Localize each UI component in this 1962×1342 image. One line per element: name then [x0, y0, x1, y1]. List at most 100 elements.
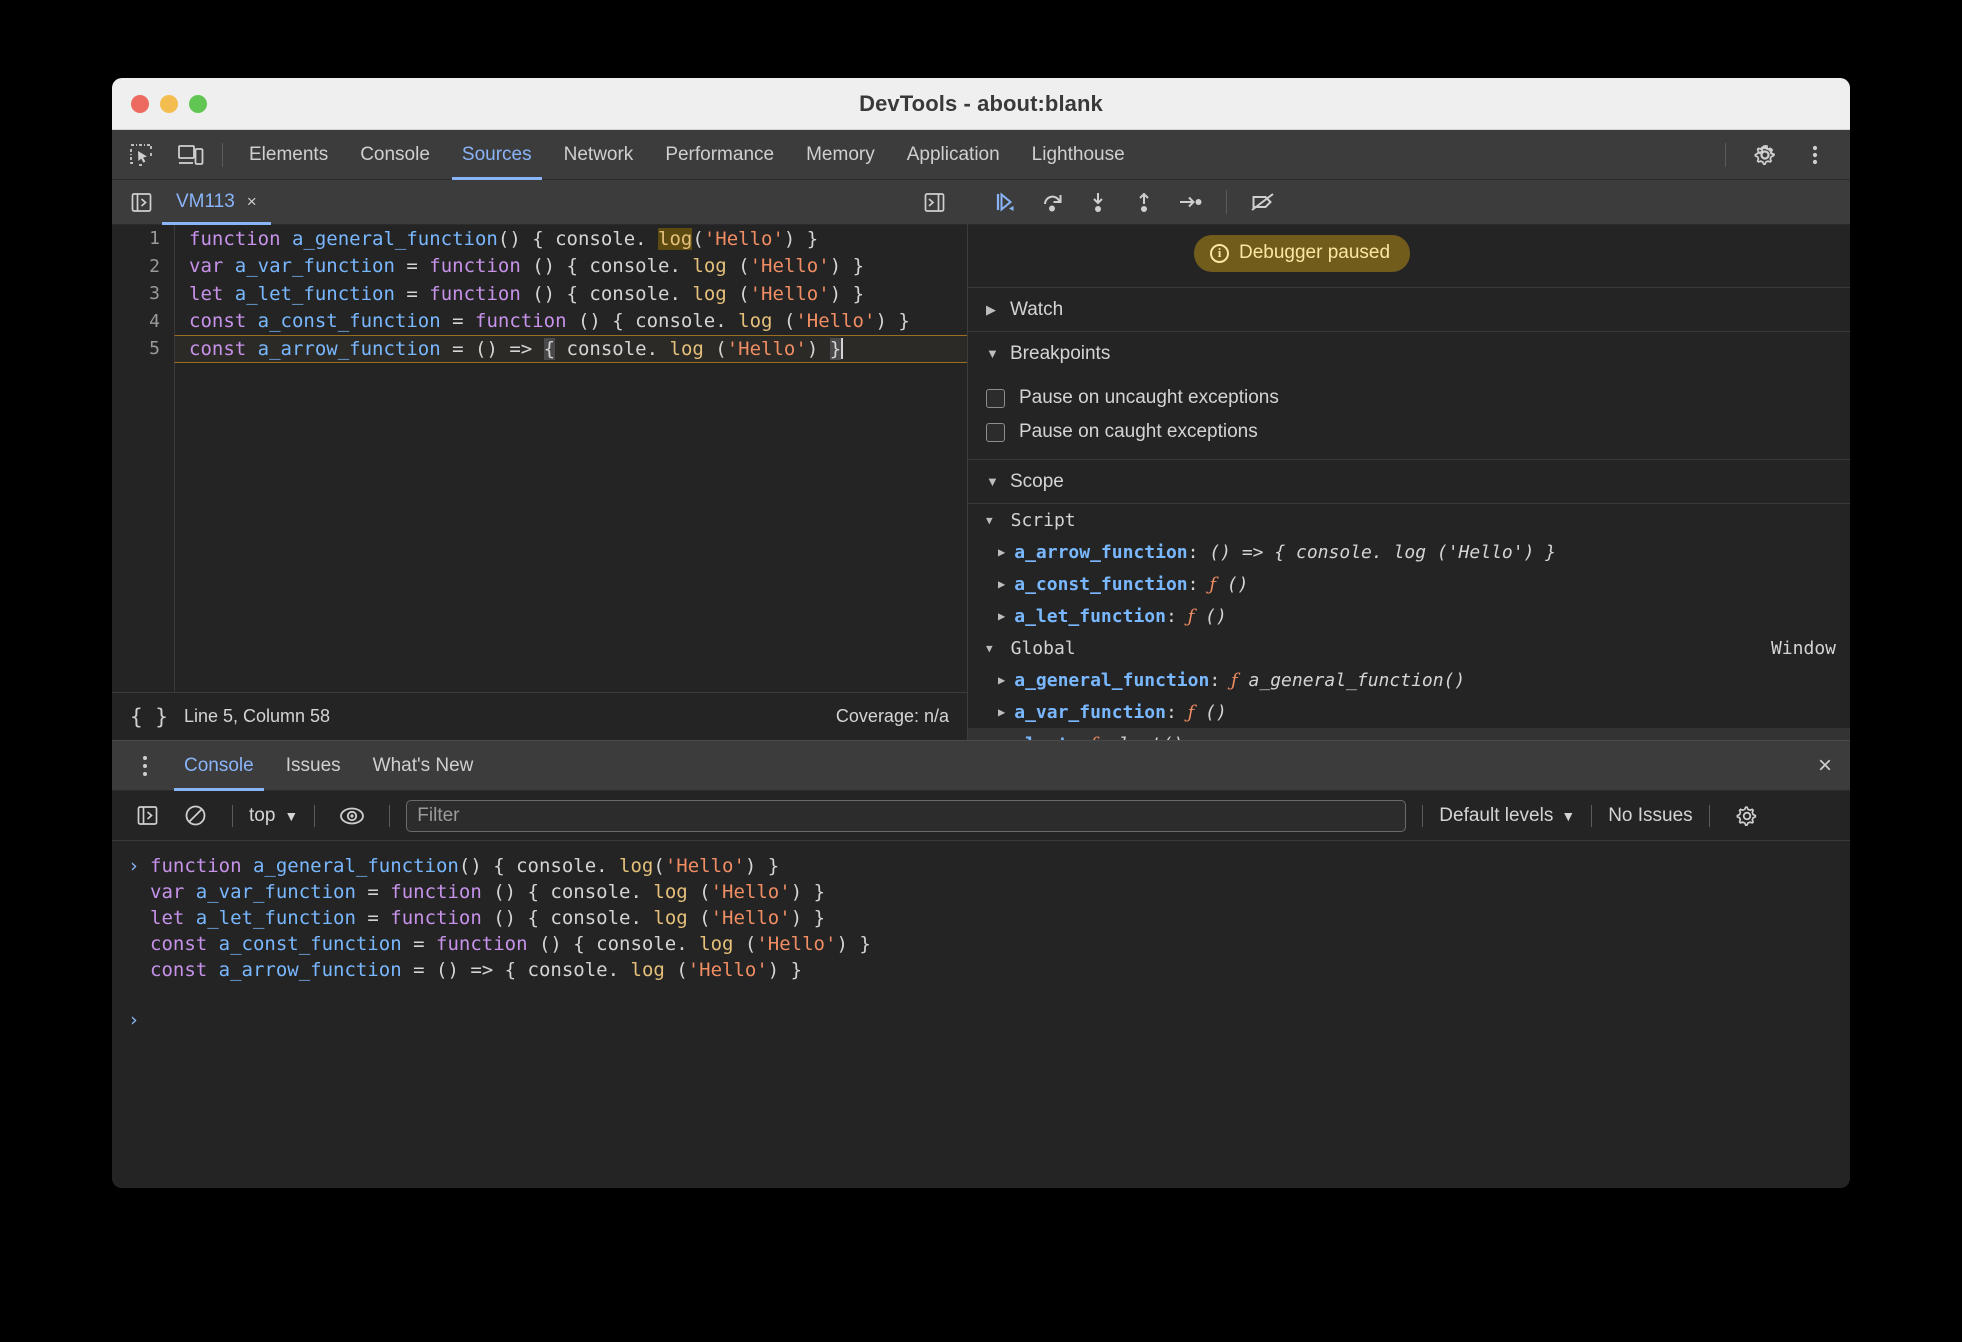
scope-item-a-const-function[interactable]: ▶ a_const_function: ƒ () [968, 568, 1850, 600]
step-icon[interactable] [1170, 185, 1210, 219]
more-vertical-icon[interactable] [1794, 137, 1836, 173]
step-into-icon[interactable] [1078, 185, 1118, 219]
section-scope[interactable]: ▼ Scope [968, 459, 1850, 503]
coverage-label: Coverage: n/a [835, 706, 949, 726]
log-levels-selector[interactable]: Default levels ▼ [1439, 805, 1575, 827]
toolbar-divider [314, 804, 316, 827]
inspect-element-icon[interactable] [120, 137, 162, 173]
console-sidebar-icon[interactable] [126, 798, 168, 834]
line-number: 4 [149, 310, 160, 332]
chevron-right-icon[interactable]: ▶ [998, 577, 1005, 591]
chevron-right-icon[interactable]: ▶ [998, 609, 1005, 623]
scope-item-alert[interactable]: ▶ alert: ƒ alert() [968, 728, 1850, 740]
scope-item-value: () [1205, 605, 1227, 627]
scope-item-a-general-function[interactable]: ▶ a_general_function: ƒ a_general_functi… [968, 664, 1850, 696]
show-navigator-icon[interactable] [120, 184, 162, 220]
code-line-content: function a_general_function() { console.… [174, 225, 967, 253]
scope-item-value: () [1226, 573, 1249, 595]
resume-icon[interactable] [986, 185, 1026, 219]
file-tab-vm113[interactable]: VM113 × [162, 180, 271, 225]
code-editor[interactable]: 1 function a_general_function() { consol… [112, 225, 967, 692]
toolbar-divider [1226, 190, 1227, 214]
log-levels-label: Default levels [1439, 804, 1554, 826]
tab-lighthouse[interactable]: Lighthouse [1016, 130, 1141, 180]
drawer-tab-issues[interactable]: Issues [270, 741, 357, 791]
function-glyph-icon: ƒ [1231, 669, 1238, 691]
gear-icon[interactable] [1744, 137, 1786, 173]
pause-uncaught-exceptions-row[interactable]: Pause on uncaught exceptions [968, 381, 1850, 415]
section-breakpoints[interactable]: ▼ Breakpoints [968, 331, 1850, 375]
chevron-down-icon: ▼ [986, 346, 999, 361]
paused-banner-area: i Debugger paused [968, 225, 1850, 287]
scope-item-a-let-function[interactable]: ▶ a_let_function: ƒ () [968, 600, 1850, 632]
checkbox[interactable] [986, 422, 1005, 442]
console-prompt-chevron-icon: › [128, 1009, 140, 1031]
scope-group-badge: Window [1770, 637, 1836, 659]
drawer-tab-console[interactable]: Console [168, 741, 270, 791]
console-message-line: › let a_let_function = function () { con… [112, 905, 1850, 931]
issues-counter[interactable]: No Issues [1608, 805, 1692, 827]
console-input-chevron-icon: › [128, 855, 140, 877]
code-line[interactable]: 1 function a_general_function() { consol… [112, 225, 967, 253]
console-line-spacer: › [128, 933, 150, 955]
console-prompt-row[interactable]: › [112, 1003, 1850, 1037]
filter-input[interactable] [406, 799, 1407, 832]
devtools-body: VM113 × 1 function a_general_function ()… [112, 180, 1850, 1188]
scope-item-name: a_var_function [1014, 701, 1166, 723]
line-number: 1 [149, 228, 160, 250]
tab-console[interactable]: Console [344, 130, 446, 180]
checkbox[interactable] [986, 388, 1005, 408]
tab-application[interactable]: Application [891, 130, 1016, 180]
live-expression-icon[interactable] [331, 798, 373, 834]
console-output[interactable]: › function a_general_function() { consol… [112, 841, 1850, 1188]
scope-group-global[interactable]: ▼ Global Window [968, 632, 1850, 664]
section-watch[interactable]: ▶ Watch [968, 287, 1850, 331]
editor-empty-area[interactable] [174, 362, 967, 692]
code-line[interactable]: 4 const a_const_function = function () {… [112, 307, 967, 335]
tab-network[interactable]: Network [548, 130, 650, 180]
drawer-tab-whats-new[interactable]: What's New [357, 741, 490, 791]
code-line-content: var a_var_function = function () { conso… [174, 252, 967, 280]
device-toolbar-icon[interactable] [170, 137, 212, 173]
code-line[interactable]: 2 var a_var_function = function () { con… [112, 252, 967, 280]
pretty-print-braces-icon[interactable]: { } [130, 705, 168, 729]
execution-context-selector[interactable]: top ▼ [249, 805, 298, 827]
code-line[interactable]: 3 let a_let_function = function () { con… [112, 280, 967, 308]
pause-caught-exceptions-label: Pause on caught exceptions [1019, 421, 1258, 442]
show-debugger-sidebar-icon[interactable] [913, 184, 955, 220]
step-over-icon[interactable] [1032, 185, 1072, 219]
scope-group-label: Script [1010, 509, 1076, 531]
code-line-content: const a_const_function = function () { c… [174, 307, 967, 335]
scope-group-script[interactable]: ▼ Script [968, 504, 1850, 536]
source-file-tabbar: VM113 × [112, 180, 967, 225]
console-message-content: let a_let_function = function () { conso… [150, 907, 826, 929]
tab-memory[interactable]: Memory [790, 130, 891, 180]
breakpoint-crossed-icon[interactable] [1243, 185, 1283, 219]
more-options-icon[interactable] [128, 755, 162, 776]
gear-icon[interactable] [1726, 798, 1768, 834]
console-message-line: › function a_general_function() { consol… [112, 853, 1850, 879]
toolbar-divider [1591, 804, 1593, 827]
chevron-down-icon: ▼ [986, 641, 993, 655]
tab-sources[interactable]: Sources [446, 130, 548, 180]
toolbar-divider [1422, 804, 1424, 827]
chevron-right-icon[interactable]: ▶ [998, 545, 1005, 559]
pause-caught-exceptions-row[interactable]: Pause on caught exceptions [968, 415, 1850, 449]
code-line-executing[interactable]: 5 const a_arrow_function = () => { conso… [112, 335, 967, 363]
console-message-content: const a_const_function = function () { c… [150, 933, 871, 955]
tab-performance[interactable]: Performance [649, 130, 790, 180]
tab-elements[interactable]: Elements [233, 130, 344, 180]
step-out-icon[interactable] [1124, 185, 1164, 219]
scope-item-a-var-function[interactable]: ▶ a_var_function: ƒ () [968, 696, 1850, 728]
line-number: 3 [149, 283, 160, 305]
scope-tree[interactable]: ▼ Script ▶ a_arrow_function: () => { con… [968, 503, 1850, 740]
chevron-right-icon[interactable]: ▶ [998, 673, 1005, 687]
scope-item-a-arrow-function[interactable]: ▶ a_arrow_function: () => { console. log… [968, 536, 1850, 568]
chevron-right-icon[interactable]: ▶ [998, 705, 1005, 719]
close-icon[interactable]: × [247, 192, 257, 212]
section-watch-label: Watch [1010, 298, 1064, 320]
debugger-paused-banner: i Debugger paused [1194, 235, 1411, 272]
toolbar-divider [1725, 142, 1726, 167]
close-drawer-icon[interactable]: × [1818, 752, 1832, 780]
clear-console-icon[interactable] [174, 798, 216, 834]
